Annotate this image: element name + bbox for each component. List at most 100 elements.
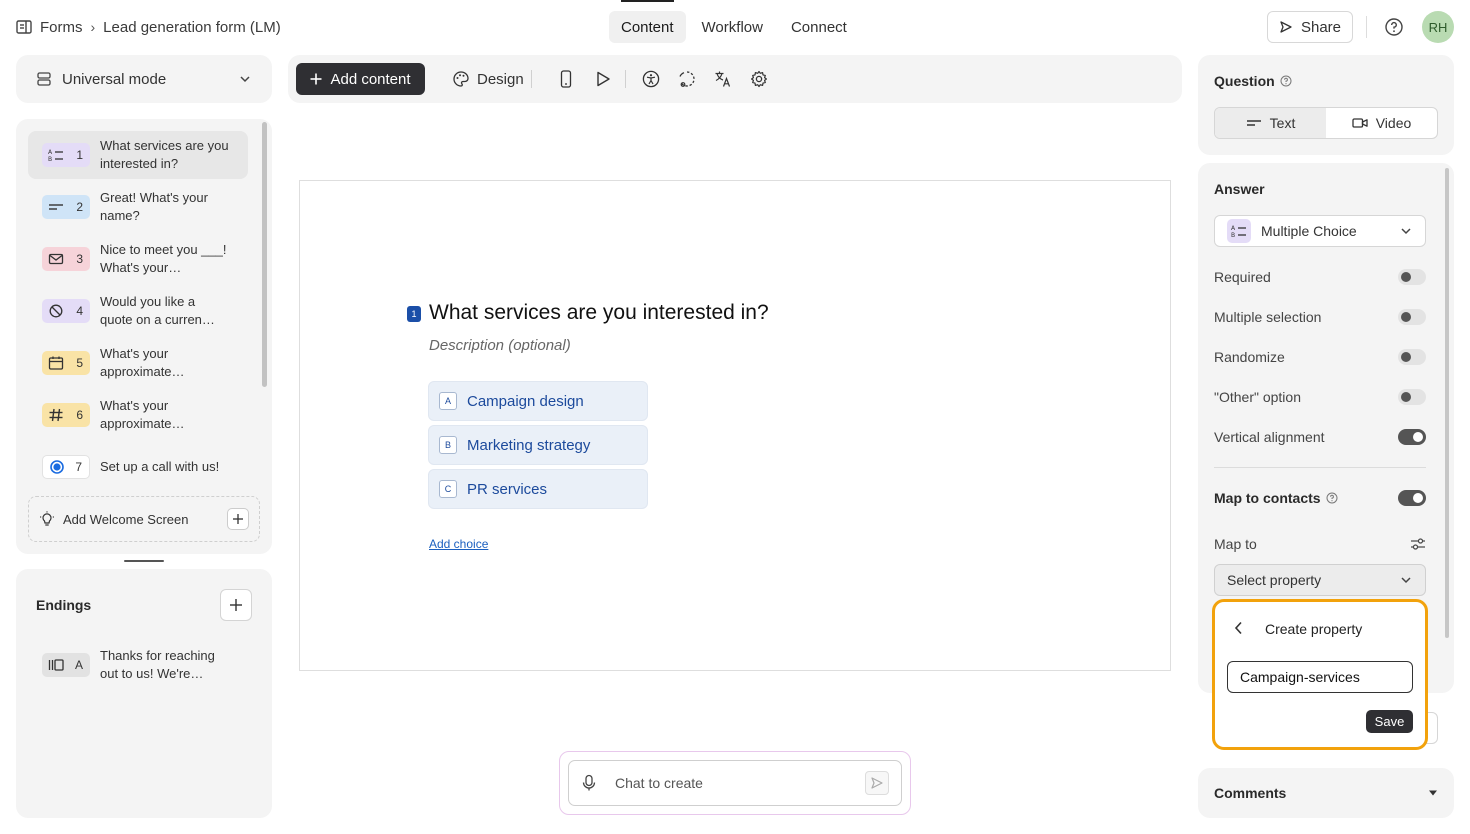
mobile-preview-icon[interactable]	[558, 70, 574, 88]
question-type-video[interactable]: Video	[1326, 108, 1437, 138]
breadcrumb-current[interactable]: Lead generation form (LM)	[103, 19, 281, 36]
chat-placeholder: Chat to create	[615, 775, 703, 791]
question-item-1[interactable]: AB 1 What services are you interested in…	[28, 131, 248, 179]
choice-c[interactable]: C PR services	[428, 469, 648, 509]
add-content-button[interactable]: Add content	[296, 63, 425, 95]
ending-item[interactable]: A Thanks for reaching out to us! We're…	[42, 647, 230, 683]
info-icon[interactable]	[1326, 492, 1338, 504]
answer-type-select[interactable]: AB Multiple Choice	[1214, 215, 1426, 247]
info-icon[interactable]	[1280, 75, 1292, 87]
number-icon	[48, 408, 64, 422]
required-toggle[interactable]	[1398, 269, 1426, 285]
question-list-scrollbar[interactable]	[262, 122, 267, 387]
calendar-icon	[48, 356, 64, 370]
question-text: Nice to meet you ___! What's your…	[100, 242, 227, 275]
ending-screen-icon	[48, 658, 64, 672]
play-icon[interactable]	[594, 70, 612, 88]
ending-key: A	[74, 658, 83, 672]
question-type-text-label: Text	[1269, 115, 1296, 131]
question-item-6[interactable]: 6 What's your approximate…	[28, 391, 248, 439]
question-badge: AB 1	[42, 143, 90, 167]
send-icon	[1279, 20, 1293, 34]
question-settings-title: Question	[1214, 73, 1292, 89]
randomize-toggle[interactable]	[1398, 349, 1426, 365]
add-welcome-screen[interactable]: Add Welcome Screen	[28, 496, 260, 542]
plus-icon[interactable]	[227, 508, 249, 530]
question-number: 1	[76, 148, 83, 162]
email-icon	[48, 252, 64, 266]
caret-down-icon	[1428, 789, 1438, 797]
accessibility-icon[interactable]	[642, 70, 660, 88]
question-settings-label: Question	[1214, 73, 1275, 89]
choice-b[interactable]: B Marketing strategy	[428, 425, 648, 465]
property-name-input[interactable]	[1227, 661, 1413, 693]
share-label: Share	[1300, 18, 1342, 36]
question-item-3[interactable]: 3 Nice to meet you ___! What's your…	[28, 235, 248, 283]
select-property-dropdown[interactable]: Select property	[1214, 564, 1426, 596]
question-type-text[interactable]: Text	[1215, 108, 1326, 138]
multiple-selection-toggle[interactable]	[1398, 309, 1426, 325]
comments-section[interactable]: Comments	[1198, 768, 1454, 818]
create-property-title: Create property	[1265, 621, 1363, 637]
logic-icon[interactable]	[678, 70, 696, 88]
chevron-down-icon	[1399, 573, 1413, 587]
map-to-contacts-label: Map to contacts	[1214, 490, 1321, 506]
save-button[interactable]: Save	[1366, 710, 1413, 733]
multiple-choice-icon: AB	[48, 148, 64, 162]
lightbulb-icon	[39, 511, 55, 527]
design-button[interactable]: Design	[452, 63, 524, 95]
question-number: 5	[76, 356, 83, 370]
question-item-5[interactable]: 5 What's your approximate…	[28, 339, 248, 387]
breadcrumb-forms-link[interactable]: Forms	[40, 19, 83, 36]
question-item-4[interactable]: 4 Would you like a quote on a curren…	[28, 287, 248, 335]
question-number: 6	[76, 408, 83, 422]
help-icon[interactable]	[1384, 17, 1404, 37]
chevron-down-icon	[1399, 224, 1413, 238]
tab-workflow[interactable]: Workflow	[690, 11, 775, 43]
add-choice-link[interactable]: Add choice	[429, 537, 488, 551]
sliders-icon[interactable]	[1410, 536, 1426, 552]
vertical-alignment-toggle[interactable]	[1398, 429, 1426, 445]
option-multiple-selection: Multiple selection	[1214, 307, 1426, 327]
ending-badge: A	[42, 653, 90, 677]
choice-label: PR services	[467, 480, 548, 498]
tab-connect[interactable]: Connect	[779, 11, 859, 43]
tab-content[interactable]: Content	[609, 0, 686, 43]
plus-icon	[310, 73, 322, 85]
choice-a[interactable]: A Campaign design	[428, 381, 648, 421]
map-to-row: Map to	[1214, 534, 1426, 554]
question-item-2[interactable]: 2 Great! What's your name?	[28, 183, 248, 231]
choice-key: B	[439, 436, 457, 454]
mode-selector[interactable]: Universal mode	[16, 55, 272, 103]
forms-icon	[16, 20, 32, 34]
svg-text:A: A	[1231, 225, 1236, 232]
question-badge: 4	[42, 299, 90, 323]
microphone-icon[interactable]	[581, 774, 597, 792]
question-item-7[interactable]: 7 Set up a call with us!	[28, 443, 248, 491]
question-badge: 7	[42, 455, 90, 479]
map-to-contacts-toggle[interactable]	[1398, 490, 1426, 506]
translate-icon[interactable]	[714, 70, 732, 88]
question-list: AB 1 What services are you interested in…	[16, 119, 272, 554]
avatar[interactable]: RH	[1422, 11, 1454, 43]
select-property-label: Select property	[1227, 572, 1322, 588]
settings-gear-icon[interactable]	[750, 70, 768, 88]
add-ending-button[interactable]	[220, 589, 252, 621]
settings-scrollbar[interactable]	[1445, 168, 1449, 638]
other-option-toggle[interactable]	[1398, 389, 1426, 405]
answer-type-label: Multiple Choice	[1261, 223, 1357, 239]
question-type-video-label: Video	[1375, 115, 1412, 131]
mode-icon	[36, 71, 52, 87]
choice-label: Marketing strategy	[467, 436, 591, 454]
share-button[interactable]: Share	[1267, 11, 1353, 43]
panel-resize-handle[interactable]	[124, 560, 164, 562]
send-icon[interactable]	[865, 771, 889, 795]
chat-input[interactable]: Chat to create	[568, 760, 902, 806]
question-badge: 2	[42, 195, 90, 219]
canvas-question-title[interactable]: What services are you interested in?	[429, 301, 769, 325]
canvas-description-field[interactable]: Description (optional)	[429, 337, 571, 354]
question-text: Would you like a quote on a curren…	[100, 294, 215, 327]
back-chevron-icon[interactable]	[1231, 620, 1247, 636]
add-content-label: Add content	[330, 70, 411, 88]
header-divider	[1366, 16, 1367, 38]
